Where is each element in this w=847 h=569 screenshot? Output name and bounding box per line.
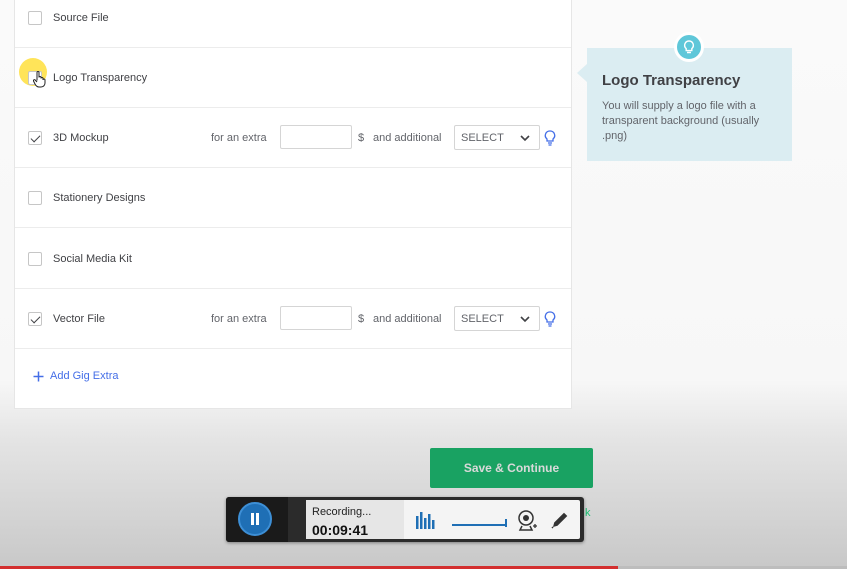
recorder-tools	[404, 500, 580, 539]
gig-extras-card: Source File Logo Transparency 3D Mockup …	[14, 0, 572, 409]
lightbulb-icon[interactable]	[544, 311, 556, 327]
screen-recorder-toolbar: Recording... 00:09:41	[226, 497, 584, 542]
option-label: Source File	[53, 12, 109, 24]
pencil-icon[interactable]	[550, 510, 570, 530]
add-gig-extra-link[interactable]: Add Gig Extra	[33, 370, 118, 382]
currency-symbol: $	[358, 132, 365, 144]
hand-cursor-icon	[33, 71, 46, 88]
tooltip-title: Logo Transparency	[602, 72, 741, 89]
checkbox-social-media-kit[interactable]	[28, 252, 42, 266]
pause-icon	[251, 513, 259, 525]
delivery-select-vector-file[interactable]: SELECT	[454, 306, 540, 331]
option-row-social-media-kit: Social Media Kit	[15, 229, 571, 289]
tooltip-panel: Logo Transparency You will supply a logo…	[587, 48, 792, 161]
option-row-3d-mockup: 3D Mockup for an extra $ and additional …	[15, 108, 571, 168]
and-additional-text: and additional	[373, 132, 442, 144]
currency-symbol: $	[358, 313, 365, 325]
checkbox-source-file[interactable]	[28, 11, 42, 25]
tooltip-arrow	[577, 64, 587, 82]
checkbox-3d-mockup[interactable]	[28, 131, 42, 145]
option-label: Vector File	[53, 313, 105, 325]
price-input-3d-mockup[interactable]	[280, 125, 352, 149]
delivery-select-3d-mockup[interactable]: SELECT	[454, 125, 540, 150]
option-row-stationery-designs: Stationery Designs	[15, 168, 571, 228]
option-label: Logo Transparency	[53, 72, 148, 84]
chevron-down-icon	[520, 135, 530, 142]
plus-icon	[33, 371, 44, 381]
add-gig-extra-label: Add Gig Extra	[50, 370, 119, 382]
recorder-control-area	[226, 497, 288, 542]
checkbox-vector-file[interactable]	[28, 312, 42, 326]
lightbulb-icon	[684, 39, 694, 53]
volume-slider[interactable]	[451, 516, 509, 528]
recording-status-text: Recording...	[312, 506, 372, 518]
checkbox-stationery-designs[interactable]	[28, 191, 42, 205]
chevron-down-icon	[520, 316, 530, 323]
and-additional-text: and additional	[373, 313, 442, 325]
for-an-extra-text: for an extra	[211, 132, 267, 144]
lightbulb-icon[interactable]	[544, 130, 556, 146]
select-value: SELECT	[461, 313, 504, 325]
option-label: Social Media Kit	[53, 253, 132, 265]
recording-timer: 00:09:41	[312, 522, 369, 538]
recorder-status: Recording... 00:09:41	[306, 500, 404, 539]
partial-link-text: k	[585, 507, 591, 519]
save-continue-button[interactable]: Save & Continue	[430, 448, 593, 488]
option-label: Stationery Designs	[53, 192, 146, 204]
tooltip-badge	[674, 32, 704, 62]
option-row-logo-transparency: Logo Transparency	[15, 48, 571, 108]
option-row-vector-file: Vector File for an extra $ and additiona…	[15, 289, 571, 349]
tooltip-body: You will supply a logo file with a trans…	[602, 100, 760, 142]
price-input-vector-file[interactable]	[280, 306, 352, 330]
audio-levels-icon[interactable]	[415, 510, 435, 530]
option-row-source-file: Source File	[15, 0, 571, 48]
for-an-extra-text: for an extra	[211, 313, 267, 325]
webcam-icon[interactable]	[517, 509, 537, 531]
select-value: SELECT	[461, 132, 504, 144]
pause-button[interactable]	[238, 502, 272, 536]
option-label: 3D Mockup	[53, 132, 109, 144]
